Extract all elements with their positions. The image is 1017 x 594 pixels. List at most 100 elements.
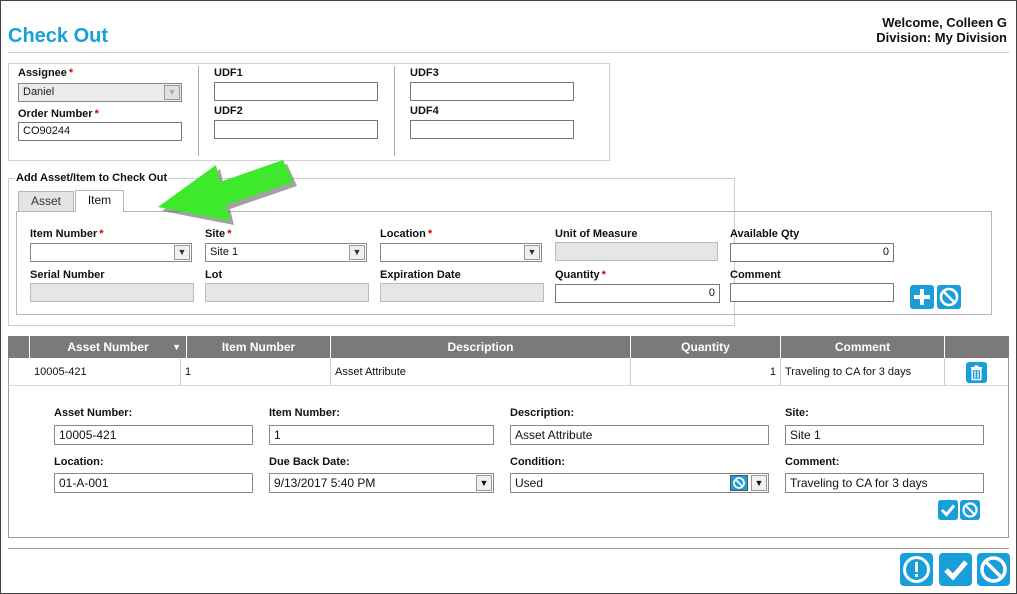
cancel-row-edit-button[interactable] (960, 500, 980, 520)
udf1-label: UDF1 (214, 67, 243, 79)
assignee-select[interactable]: Daniel ▼ (18, 83, 182, 102)
expiration-date-field (380, 283, 544, 302)
save-row-button[interactable] (938, 500, 958, 520)
udf2-label: UDF2 (214, 105, 243, 117)
udf4-label: UDF4 (410, 105, 439, 117)
comment-field[interactable] (730, 283, 894, 302)
trash-icon (971, 365, 982, 381)
alert-button[interactable] (900, 553, 933, 586)
header-divider (8, 52, 1009, 53)
column-asset-number[interactable]: Asset Number ▼ (30, 336, 187, 358)
chevron-down-icon[interactable]: ▼ (751, 475, 767, 491)
detail-item-number-field[interactable]: 1 (269, 425, 494, 445)
exclamation-icon (903, 556, 930, 583)
site-select[interactable]: Site 1 ▼ (205, 243, 367, 262)
column-label: Asset Number (67, 340, 149, 354)
location-select[interactable]: ▼ (380, 243, 542, 262)
lot-label: Lot (205, 269, 223, 281)
detail-site-label: Site: (785, 407, 809, 419)
condition-select[interactable]: Used ▼ (510, 473, 769, 493)
column-comment[interactable]: Comment (781, 336, 945, 358)
condition-value: Used (515, 476, 544, 490)
confirm-checkout-button[interactable] (939, 553, 972, 586)
grid-header-spacer (8, 336, 30, 358)
user-info: Welcome, Colleen G Division: My Division (876, 15, 1007, 45)
unit-of-measure-label: Unit of Measure (555, 228, 638, 240)
quantity-label: Quantity * (555, 269, 606, 281)
row-quantity: 1 (631, 358, 781, 386)
detail-comment-label: Comment: (785, 456, 840, 468)
division-text: Division: My Division (876, 30, 1007, 45)
row-item-number: 1 (181, 358, 331, 386)
welcome-text: Welcome, Colleen G (882, 15, 1007, 30)
panel-divider (198, 66, 199, 156)
cancel-icon (962, 502, 978, 518)
add-section-title: Add Asset/Item to Check Out (15, 172, 169, 184)
due-back-date-picker[interactable]: 9/13/2017 5:40 PM ▼ (269, 473, 494, 493)
available-qty-field[interactable]: 0 (730, 243, 894, 262)
clear-condition-button[interactable] (730, 475, 748, 491)
udf1-field[interactable] (214, 82, 378, 101)
add-button[interactable] (910, 285, 934, 309)
grid-header: Asset Number ▼ Item Number Description Q… (8, 336, 1009, 358)
column-item-number[interactable]: Item Number (187, 336, 331, 358)
row-asset-number: 10005-421 (30, 358, 181, 386)
udf2-field[interactable] (214, 120, 378, 139)
chevron-down-icon: ▼ (524, 245, 540, 260)
page-title: Check Out (8, 25, 109, 47)
check-icon (944, 560, 968, 581)
tab-asset[interactable]: Asset (18, 191, 74, 211)
udf4-field[interactable] (410, 120, 574, 139)
column-actions (945, 336, 1009, 358)
annotation-arrow (158, 160, 297, 225)
cancel-icon (939, 287, 959, 307)
order-number-label: Order Number * (18, 108, 99, 120)
assignee-label: Assignee * (18, 67, 74, 79)
detail-site-field[interactable]: Site 1 (785, 425, 984, 445)
comment-label: Comment (730, 269, 781, 281)
filter-icon[interactable]: ▼ (172, 336, 181, 358)
column-quantity[interactable]: Quantity (631, 336, 781, 358)
cancel-checkout-button[interactable] (977, 553, 1010, 586)
serial-number-field (30, 283, 194, 302)
row-detail-panel (8, 386, 1009, 538)
quantity-field[interactable]: 0 (555, 284, 720, 303)
detail-comment-field[interactable]: Traveling to CA for 3 days (785, 473, 984, 493)
detail-description-label: Description: (510, 407, 575, 419)
row-description: Asset Attribute (331, 358, 631, 386)
udf3-field[interactable] (410, 82, 574, 101)
row-comment: Traveling to CA for 3 days (781, 358, 945, 386)
detail-location-field[interactable]: 01-A-001 (54, 473, 253, 493)
footer-divider (8, 548, 1009, 549)
unit-of-measure-field (555, 242, 718, 261)
chevron-down-icon: ▼ (174, 245, 190, 260)
chevron-down-icon[interactable]: ▼ (476, 475, 492, 491)
panel-divider (394, 66, 395, 156)
order-number-field[interactable]: CO90244 (18, 122, 182, 141)
chevron-down-icon: ▼ (164, 85, 180, 100)
due-back-value: 9/13/2017 5:40 PM (274, 476, 376, 490)
tab-item[interactable]: Item (75, 190, 124, 211)
delete-row-button[interactable] (966, 362, 987, 383)
location-label: Location * (380, 228, 433, 240)
check-icon (940, 504, 956, 517)
plus-icon (914, 289, 930, 305)
expiration-date-label: Expiration Date (380, 269, 461, 281)
detail-asset-number-label: Asset Number: (54, 407, 133, 419)
detail-location-label: Location: (54, 456, 104, 468)
clear-button[interactable] (937, 285, 961, 309)
udf3-label: UDF3 (410, 67, 439, 79)
cancel-icon (980, 556, 1007, 583)
detail-description-field[interactable]: Asset Attribute (510, 425, 769, 445)
detail-asset-number-field[interactable]: 10005-421 (54, 425, 253, 445)
serial-number-label: Serial Number (30, 269, 105, 281)
item-number-select[interactable]: ▼ (30, 243, 192, 262)
active-tab-joint (76, 210, 123, 212)
cancel-icon (733, 477, 745, 489)
column-description[interactable]: Description (331, 336, 631, 358)
detail-condition-label: Condition: (510, 456, 565, 468)
lot-field (205, 283, 369, 302)
item-number-label: Item Number * (30, 228, 104, 240)
chevron-down-icon: ▼ (349, 245, 365, 260)
detail-due-back-label: Due Back Date: (269, 456, 350, 468)
